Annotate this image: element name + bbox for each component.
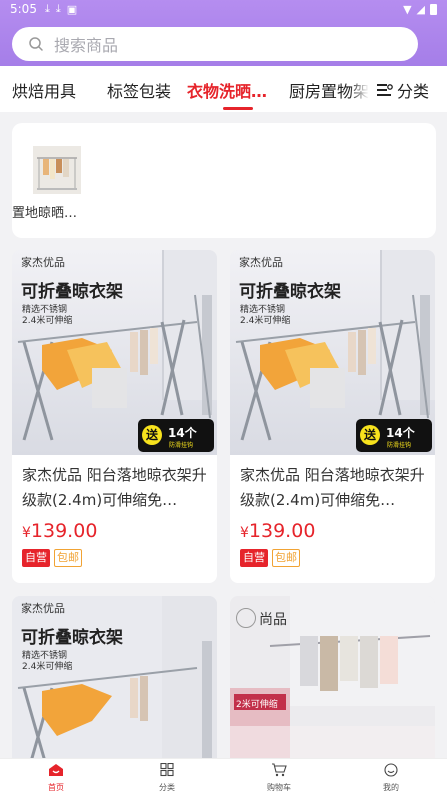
product-card[interactable]: 家杰优品 可折叠晾衣架 精选不锈钢 2.4米可伸缩 送 14个 防滑挂钩 家杰优… bbox=[12, 250, 217, 583]
banner-title: 可折叠晾衣架 bbox=[21, 282, 123, 302]
search-bar[interactable]: 搜索商品 bbox=[12, 27, 418, 61]
nav-category-label: 分类 bbox=[159, 783, 175, 792]
download-icon: ⤓ bbox=[44, 2, 50, 15]
product-title[interactable]: 家杰优品 阳台落地晾衣架升级款(2.4m)可伸缩免… bbox=[22, 463, 210, 513]
search-icon bbox=[29, 37, 43, 51]
banner-brand: 家杰优品 bbox=[21, 602, 65, 615]
free-shipping-badge: 包邮 bbox=[272, 549, 300, 567]
cart-icon bbox=[272, 763, 287, 777]
wifi-icon: ▼ bbox=[403, 2, 412, 16]
banner-title: 可折叠晾衣架 bbox=[21, 628, 123, 648]
banner-brand: 尚品 bbox=[259, 612, 287, 628]
product-card[interactable]: 家杰优品 可折叠晾衣架 精选不锈钢 2.4米可伸缩 bbox=[12, 596, 217, 758]
banner-gift-count: 14个 bbox=[168, 426, 197, 440]
tab-labels[interactable]: 标签包装 bbox=[107, 78, 171, 102]
header: 5:05 ⤓ ⤓ ▣ ▼ ◢ 搜索商品 bbox=[0, 0, 447, 66]
product-title[interactable]: 家杰优品 阳台落地晾衣架升级款(2.4m)可伸缩免… bbox=[240, 463, 428, 513]
banner-subtitle: 2.4米可伸缩 bbox=[22, 316, 73, 326]
subcategory-thumbnail[interactable] bbox=[33, 146, 81, 194]
banner-brand: 家杰优品 bbox=[239, 256, 283, 269]
tab-baking[interactable]: 烘焙用具 bbox=[12, 78, 76, 102]
nav-home[interactable]: 首页 bbox=[26, 762, 86, 793]
banner-gift-count: 14个 bbox=[386, 426, 415, 440]
product-card[interactable]: 尚品 2米可伸缩 bbox=[230, 596, 435, 758]
banner-gift-text: 防滑挂钩 bbox=[169, 442, 194, 449]
search-input[interactable]: 搜索商品 bbox=[54, 32, 118, 56]
banner-gift-text: 防滑挂钩 bbox=[387, 442, 412, 449]
free-shipping-badge: 包邮 bbox=[54, 549, 82, 567]
nav-cart-label: 购物车 bbox=[267, 783, 291, 792]
category-button[interactable]: 分类 bbox=[376, 78, 429, 102]
active-tab-indicator bbox=[223, 107, 253, 110]
menu-icon bbox=[376, 84, 393, 96]
nav-cart[interactable]: 购物车 bbox=[249, 762, 309, 793]
banner-subtitle: 2.4米可伸缩 bbox=[240, 316, 291, 326]
category-button-label: 分类 bbox=[396, 82, 429, 101]
user-icon bbox=[384, 763, 398, 777]
banner-brand: 家杰优品 bbox=[21, 256, 65, 269]
tab-laundry[interactable]: 衣物洗晒… bbox=[187, 78, 267, 102]
banner-subtitle: 2米可伸缩 bbox=[236, 700, 278, 710]
product-image[interactable]: 家杰优品 可折叠晾衣架 精选不锈钢 2.4米可伸缩 送 14个 防滑挂钩 bbox=[12, 250, 217, 455]
battery-icon bbox=[430, 3, 437, 15]
status-bar: 5:05 ⤓ ⤓ ▣ ▼ ◢ bbox=[0, 0, 447, 18]
subcategory-panel: 置地晾晒… bbox=[12, 123, 436, 238]
nav-profile-label: 我的 bbox=[383, 783, 399, 792]
currency-symbol: ¥ bbox=[22, 525, 31, 541]
bottom-nav: 首页 分类 购物车 我的 bbox=[0, 758, 447, 794]
nav-profile[interactable]: 我的 bbox=[361, 762, 421, 793]
category-tabs: 烘焙用具 标签包装 衣物洗晒… 厨房置物架 分类 bbox=[0, 66, 447, 112]
price-value: 139.00 bbox=[30, 520, 98, 542]
self-operated-badge: 自营 bbox=[240, 549, 268, 567]
self-operated-badge: 自营 bbox=[22, 549, 50, 567]
nav-home-label: 首页 bbox=[48, 783, 64, 792]
currency-symbol: ¥ bbox=[240, 525, 249, 541]
banner-gift-label: 送 bbox=[364, 428, 377, 442]
product-image[interactable]: 尚品 2米可伸缩 bbox=[230, 596, 435, 758]
subcategory-label[interactable]: 置地晾晒… bbox=[12, 202, 77, 221]
banner-subtitle: 2.4米可伸缩 bbox=[22, 662, 73, 672]
nav-category[interactable]: 分类 bbox=[137, 762, 197, 793]
product-image[interactable]: 家杰优品 可折叠晾衣架 精选不锈钢 2.4米可伸缩 bbox=[12, 596, 217, 758]
banner-title: 可折叠晾衣架 bbox=[239, 282, 341, 302]
home-icon bbox=[49, 764, 63, 776]
brand-logo bbox=[236, 608, 256, 628]
download-icon: ⤓ bbox=[55, 2, 61, 15]
product-image[interactable]: 家杰优品 可折叠晾衣架 精选不锈钢 2.4米可伸缩 送 14个 防滑挂钩 bbox=[230, 250, 435, 455]
banner-gift-label: 送 bbox=[146, 428, 159, 442]
signal-icon: ◢ bbox=[416, 2, 425, 16]
grid-icon bbox=[160, 762, 174, 777]
status-time: 5:05 bbox=[10, 2, 37, 16]
notification-icon: ▣ bbox=[66, 2, 78, 16]
price-value: 139.00 bbox=[248, 520, 316, 542]
product-card[interactable]: 家杰优品 可折叠晾衣架 精选不锈钢 2.4米可伸缩 送 14个 防滑挂钩 家杰优… bbox=[230, 250, 435, 583]
product-price: ¥139.00 bbox=[22, 520, 97, 542]
product-price: ¥139.00 bbox=[240, 520, 315, 542]
